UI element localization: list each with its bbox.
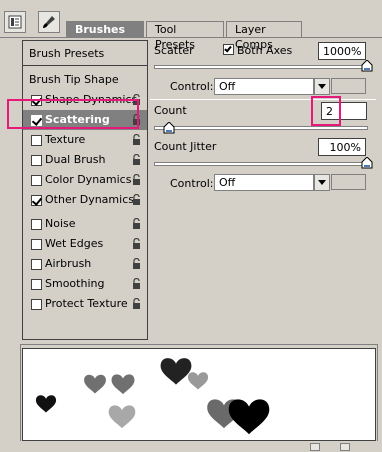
delete-brush-icon[interactable]	[340, 443, 350, 451]
enable-checkbox[interactable]	[31, 135, 42, 146]
list-item-other-dynamics[interactable]: Other Dynamics	[23, 190, 147, 210]
list-item-texture[interactable]: Texture	[23, 130, 147, 150]
brush-tip-shape-item[interactable]: Brush Tip Shape	[23, 70, 147, 90]
brush-tool-button[interactable]	[38, 11, 60, 33]
control-dropdown-button[interactable]	[314, 78, 330, 95]
brush-icon	[43, 16, 55, 28]
control-select[interactable]: Off	[214, 78, 314, 95]
count-label: Count	[154, 104, 187, 117]
lock-icon[interactable]	[132, 278, 141, 289]
scatter-value-field[interactable]: 1000%	[318, 42, 366, 60]
enable-checkbox[interactable]	[31, 299, 42, 310]
brush-settings-list: Brush Presets Brush Tip Shape Shape Dyna…	[22, 40, 148, 340]
item-label: Other Dynamics	[45, 193, 134, 206]
item-label: Color Dynamics	[45, 173, 132, 186]
tab-divider	[0, 37, 382, 38]
list-item-smoothing[interactable]: Smoothing	[23, 274, 147, 294]
lock-icon[interactable]	[132, 218, 141, 229]
heart-stroke-preview-image	[35, 358, 270, 435]
count-slider-track[interactable]	[154, 126, 368, 130]
count-jitter-slider-track[interactable]	[154, 162, 368, 166]
item-label: Texture	[45, 133, 86, 146]
scatter-value: 1000%	[323, 45, 362, 58]
palette-icon	[8, 15, 22, 29]
new-brush-icon[interactable]	[310, 443, 320, 451]
enable-checkbox[interactable]	[31, 279, 42, 290]
tab-layer-comps[interactable]: Layer Comps	[226, 21, 302, 51]
control-select-value: Off	[219, 80, 236, 93]
both-axes-label: Both Axes	[237, 44, 293, 57]
item-label: Noise	[45, 217, 76, 230]
enable-checkbox[interactable]	[31, 219, 42, 230]
enable-checkbox[interactable]	[31, 175, 42, 186]
list-item-noise[interactable]: Noise	[23, 214, 147, 234]
count-slider-thumb[interactable]	[163, 122, 175, 134]
tab-tool-presets[interactable]: Tool Presets	[146, 21, 224, 51]
lock-icon[interactable]	[132, 134, 141, 145]
control-fade-field-2	[331, 174, 366, 190]
count-jitter-value-field[interactable]: 100%	[318, 138, 366, 156]
panel-tab-strip: Brushes Tool Presets Layer Comps	[0, 0, 382, 51]
bottom-toolbar	[0, 441, 382, 452]
count-jitter-label: Count Jitter	[154, 140, 217, 153]
control-label: Control:	[170, 80, 214, 93]
scatter-label: Scatter	[154, 44, 194, 57]
control-dropdown-button-2[interactable]	[314, 174, 330, 191]
list-item-wet-edges[interactable]: Wet Edges	[23, 234, 147, 254]
checkmark-icon	[224, 44, 232, 53]
enable-checkbox[interactable]	[31, 239, 42, 250]
item-label: Protect Texture	[45, 297, 128, 310]
count-jitter-value: 100%	[329, 141, 361, 154]
lock-icon[interactable]	[132, 154, 141, 165]
tab-brushes[interactable]: Brushes	[66, 21, 144, 49]
item-label: Airbrush	[45, 257, 92, 270]
brush-tip-shape-label: Brush Tip Shape	[29, 73, 119, 86]
scattering-options: Scatter Both Axes 1000% Control: Off Cou…	[150, 40, 376, 340]
separator	[150, 99, 376, 100]
scatter-slider-thumb[interactable]	[361, 60, 373, 72]
scattering-highlight	[7, 99, 139, 129]
brush-stroke-preview	[22, 348, 376, 441]
lock-icon[interactable]	[132, 174, 141, 185]
item-label: Smoothing	[45, 277, 105, 290]
lock-icon[interactable]	[132, 258, 141, 269]
item-label: Dual Brush	[45, 153, 106, 166]
enable-checkbox[interactable]	[31, 155, 42, 166]
list-item-protect-texture[interactable]: Protect Texture	[23, 294, 147, 314]
toggle-palette-button[interactable]	[4, 11, 26, 33]
control-select-2[interactable]: Off	[214, 174, 314, 191]
brush-presets-label: Brush Presets	[29, 47, 105, 60]
enable-checkbox[interactable]	[31, 259, 42, 270]
both-axes-checkbox[interactable]	[223, 44, 234, 55]
list-item-color-dynamics[interactable]: Color Dynamics	[23, 170, 147, 190]
lock-icon[interactable]	[132, 298, 141, 309]
brush-presets-button[interactable]: Brush Presets	[23, 41, 147, 66]
lock-icon[interactable]	[132, 194, 141, 205]
control-fade-field	[331, 78, 366, 94]
list-item-airbrush[interactable]: Airbrush	[23, 254, 147, 274]
item-label: Wet Edges	[45, 237, 104, 250]
list-item-dual-brush[interactable]: Dual Brush	[23, 150, 147, 170]
control-label-2: Control:	[170, 177, 214, 190]
scatter-slider-track[interactable]	[154, 65, 368, 69]
control-select-value-2: Off	[219, 176, 236, 189]
enable-checkbox[interactable]	[31, 195, 42, 206]
count-highlight	[311, 96, 341, 126]
tab-label: Brushes	[75, 23, 126, 36]
lock-icon[interactable]	[132, 238, 141, 249]
count-jitter-slider-thumb[interactable]	[361, 157, 373, 169]
